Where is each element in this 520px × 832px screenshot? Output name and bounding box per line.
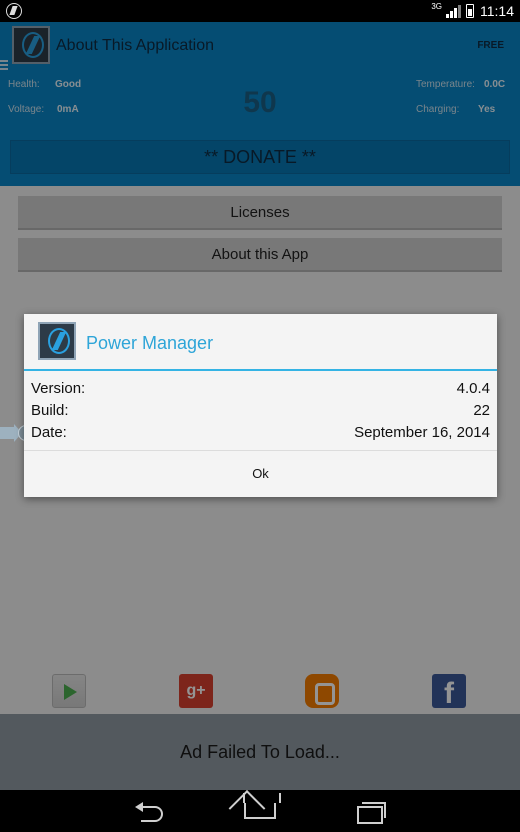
version-row: Version: 4.0.4 (31, 380, 490, 400)
date-row: Date: September 16, 2014 (31, 424, 490, 444)
power-manager-notification-icon (6, 3, 22, 19)
build-value: 22 (473, 402, 490, 419)
network-type: 3G (431, 2, 442, 11)
home-icon[interactable] (243, 793, 281, 819)
about-dialog: Power Manager Version: 4.0.4 Build: 22 D… (24, 314, 497, 497)
back-icon[interactable] (135, 802, 165, 822)
version-value: 4.0.4 (456, 380, 490, 397)
power-manager-icon (38, 322, 76, 360)
navigation-bar (0, 790, 520, 832)
status-bar: 3G 11:14 (0, 0, 520, 22)
date-label: Date: (31, 424, 67, 441)
dialog-title-divider (24, 369, 497, 371)
dialog-title: Power Manager (86, 333, 214, 353)
ok-button[interactable]: Ok (24, 451, 497, 497)
clock: 11:14 (480, 3, 514, 19)
recents-icon[interactable] (357, 802, 386, 824)
arrow-right-icon (0, 424, 22, 442)
signal-icon (446, 5, 461, 18)
build-row: Build: 22 (31, 402, 490, 422)
build-label: Build: (31, 402, 69, 419)
version-label: Version: (31, 380, 86, 397)
date-value: September 16, 2014 (354, 424, 490, 441)
battery-icon (466, 4, 474, 18)
